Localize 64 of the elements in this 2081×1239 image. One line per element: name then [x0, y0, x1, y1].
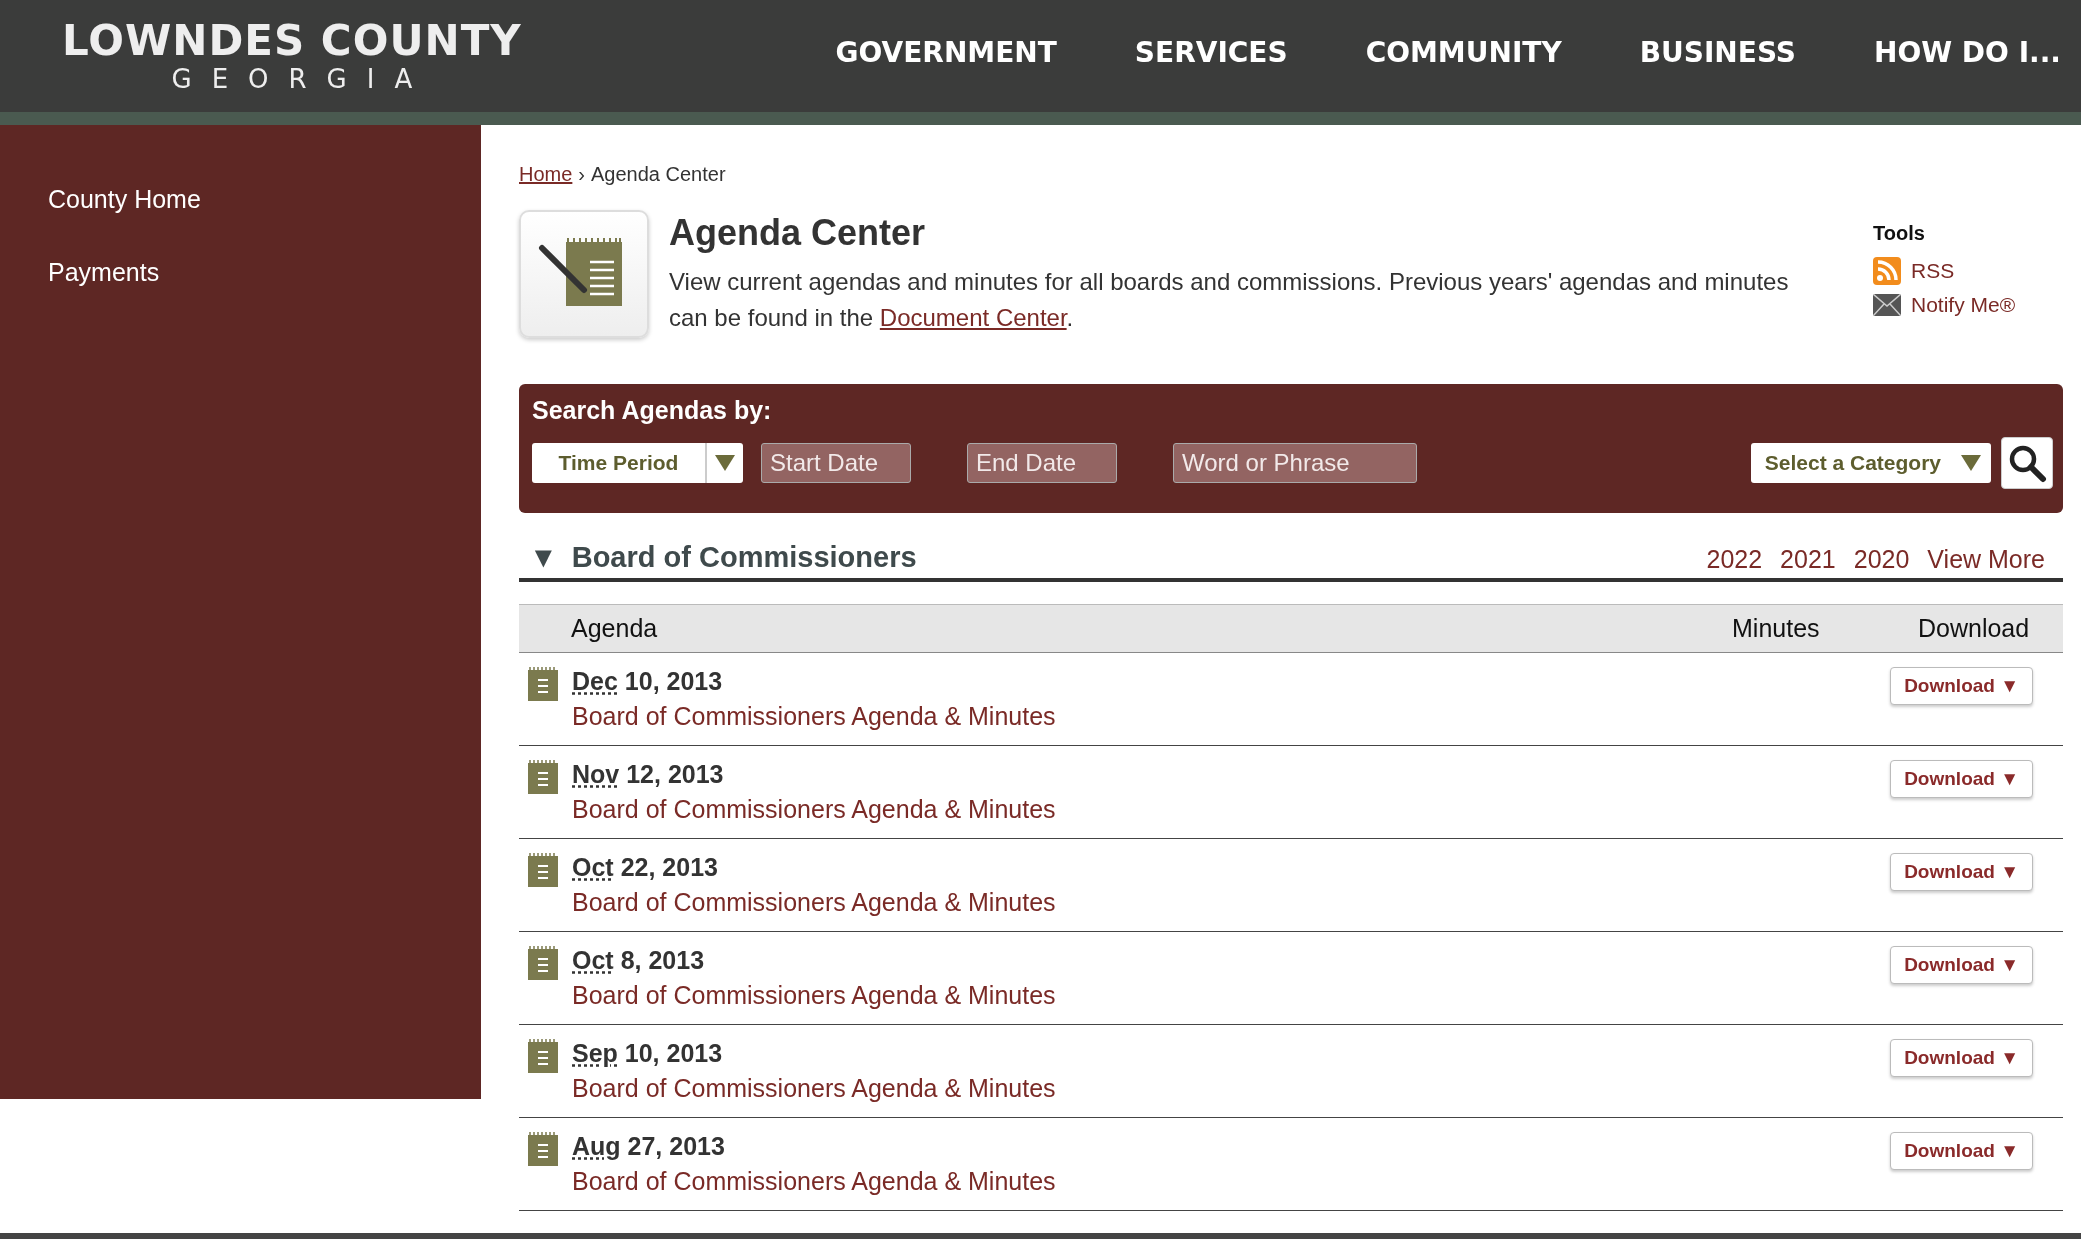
search-icon [2007, 443, 2047, 483]
breadcrumb-current: Agenda Center [591, 163, 726, 186]
notepad-icon [519, 210, 649, 338]
breadcrumb-link[interactable]: Home [519, 163, 573, 186]
agenda-date: Sep 10, 2013 [572, 1039, 724, 1068]
document-icon [528, 667, 558, 701]
caret-icon [715, 455, 735, 471]
download-button[interactable]: Download ▼ [1890, 946, 2033, 984]
nav-link[interactable]: BUSINESS [1639, 36, 1796, 69]
download-button[interactable]: Download ▼ [1890, 760, 2033, 798]
column-header: Download [1918, 614, 2031, 643]
agenda-link[interactable]: Board of Commissioners Agenda & Minutes [572, 981, 1891, 1010]
year-link[interactable]: 2021 [1780, 545, 1836, 574]
year-link[interactable]: View More [1927, 545, 2045, 574]
agenda-link[interactable]: Board of Commissioners Agenda & Minutes [572, 795, 1891, 824]
logo-title[interactable]: LOWNDES COUNTY [62, 20, 522, 62]
time-period-dropdown[interactable]: Time Period [532, 443, 743, 483]
toggle-icon[interactable]: ▼ [529, 541, 558, 574]
search-heading: Search Agendas by: [532, 396, 773, 425]
caret-icon [1961, 455, 1981, 471]
sidebar-item[interactable]: County Home [48, 185, 481, 214]
download-button[interactable]: Download ▼ [1890, 667, 2033, 705]
envelope-icon [1873, 294, 1901, 316]
download-button[interactable]: Download ▼ [1890, 853, 2033, 891]
agenda-link[interactable]: Board of Commissioners Agenda & Minutes [572, 1074, 1891, 1103]
start-date-field[interactable]: Start Date [761, 443, 911, 483]
sidebar-item[interactable]: Payments [48, 258, 481, 287]
agenda-link[interactable]: Board of Commissioners Agenda & Minutes [572, 702, 1891, 731]
agenda-date: Nov 12, 2013 [572, 760, 725, 789]
nav-link[interactable]: HOW DO I... [1874, 36, 2061, 69]
tool-link[interactable]: RSS [1873, 257, 2063, 285]
document-icon [528, 853, 558, 887]
agenda-date: Aug 27, 2013 [572, 1132, 726, 1161]
agenda-link[interactable]: Board of Commissioners Agenda & Minutes [572, 888, 1891, 917]
year-link[interactable]: 2020 [1853, 545, 1910, 574]
tool-link[interactable]: Notify Me® [1873, 293, 2063, 317]
agenda-date: Dec 10, 2013 [572, 667, 724, 696]
tools-heading: Tools [1873, 222, 1926, 245]
nav-link[interactable]: SERVICES [1134, 36, 1288, 69]
word-phrase-field[interactable]: Word or Phrase [1173, 443, 1417, 483]
download-button[interactable]: Download ▼ [1890, 1132, 2033, 1170]
agenda-link[interactable]: Board of Commissioners Agenda & Minutes [572, 1167, 1891, 1196]
year-link[interactable]: 2022 [1706, 545, 1763, 574]
rss-icon [1873, 257, 1901, 285]
column-header: Minutes [1732, 614, 1821, 643]
page-title: Agenda Center [669, 212, 927, 254]
logo-subtitle: GEORGIA [170, 66, 433, 92]
agenda-date: Oct 22, 2013 [572, 853, 719, 882]
document-icon [528, 1039, 558, 1073]
nav-link[interactable]: GOVERNMENT [835, 36, 1057, 69]
agenda-date: Oct 8, 2013 [572, 946, 706, 975]
download-button[interactable]: Download ▼ [1890, 1039, 2033, 1077]
document-icon [528, 760, 558, 794]
breadcrumb-separator: › [578, 163, 586, 186]
page-description: View current agendas and minutes for all boards and commissions. Previous years' agendas and minutes can be found in the Document Center. [669, 267, 1790, 333]
category-dropdown[interactable]: Select a Category [1750, 443, 1991, 483]
document-icon [528, 1132, 558, 1166]
document-center-link[interactable]: Document Center [879, 304, 1067, 331]
end-date-field[interactable]: End Date [967, 443, 1117, 483]
document-icon [528, 946, 558, 980]
column-header: Agenda [571, 614, 659, 643]
nav-link[interactable]: COMMUNITY [1365, 36, 1562, 69]
section-title[interactable]: Board of Commissioners [571, 541, 917, 574]
search-button[interactable] [2001, 437, 2053, 489]
